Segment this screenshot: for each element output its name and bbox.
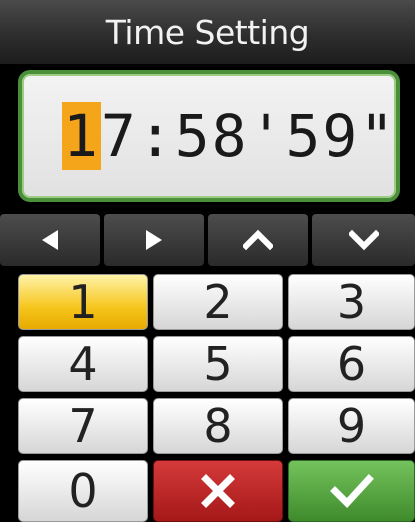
page-title: Time Setting (105, 12, 310, 52)
key-1[interactable]: 1 (18, 274, 148, 330)
key-9[interactable]: 9 (288, 398, 415, 454)
key-2[interactable]: 2 (153, 274, 283, 330)
move-left-button[interactable] (0, 214, 100, 266)
time-value: 1 7:58'59" (62, 96, 396, 176)
confirm-button[interactable] (288, 460, 415, 522)
key-8[interactable]: 8 (153, 398, 283, 454)
selected-digit[interactable]: 1 (62, 102, 101, 170)
key-0[interactable]: 0 (18, 460, 148, 522)
increment-button[interactable] (208, 214, 308, 266)
triangle-right-icon (146, 230, 162, 250)
decrement-button[interactable] (312, 214, 415, 266)
time-display: 1 7:58'59" (18, 70, 400, 202)
time-remaining-digits: 7:58'59" (100, 102, 397, 170)
cancel-button[interactable] (153, 460, 283, 522)
checkmark-icon (329, 474, 374, 509)
key-3[interactable]: 3 (288, 274, 415, 330)
chevron-up-icon (243, 229, 273, 251)
key-4[interactable]: 4 (18, 336, 148, 392)
key-5[interactable]: 5 (153, 336, 283, 392)
close-icon (201, 474, 235, 508)
key-7[interactable]: 7 (18, 398, 148, 454)
triangle-left-icon (42, 230, 58, 250)
numeric-keypad: 1 2 3 4 5 6 7 8 9 0 (0, 274, 415, 522)
chevron-down-icon (348, 229, 379, 251)
title-bar: Time Setting (0, 0, 415, 64)
move-right-button[interactable] (104, 214, 204, 266)
key-6[interactable]: 6 (288, 336, 415, 392)
nav-row (0, 214, 415, 266)
